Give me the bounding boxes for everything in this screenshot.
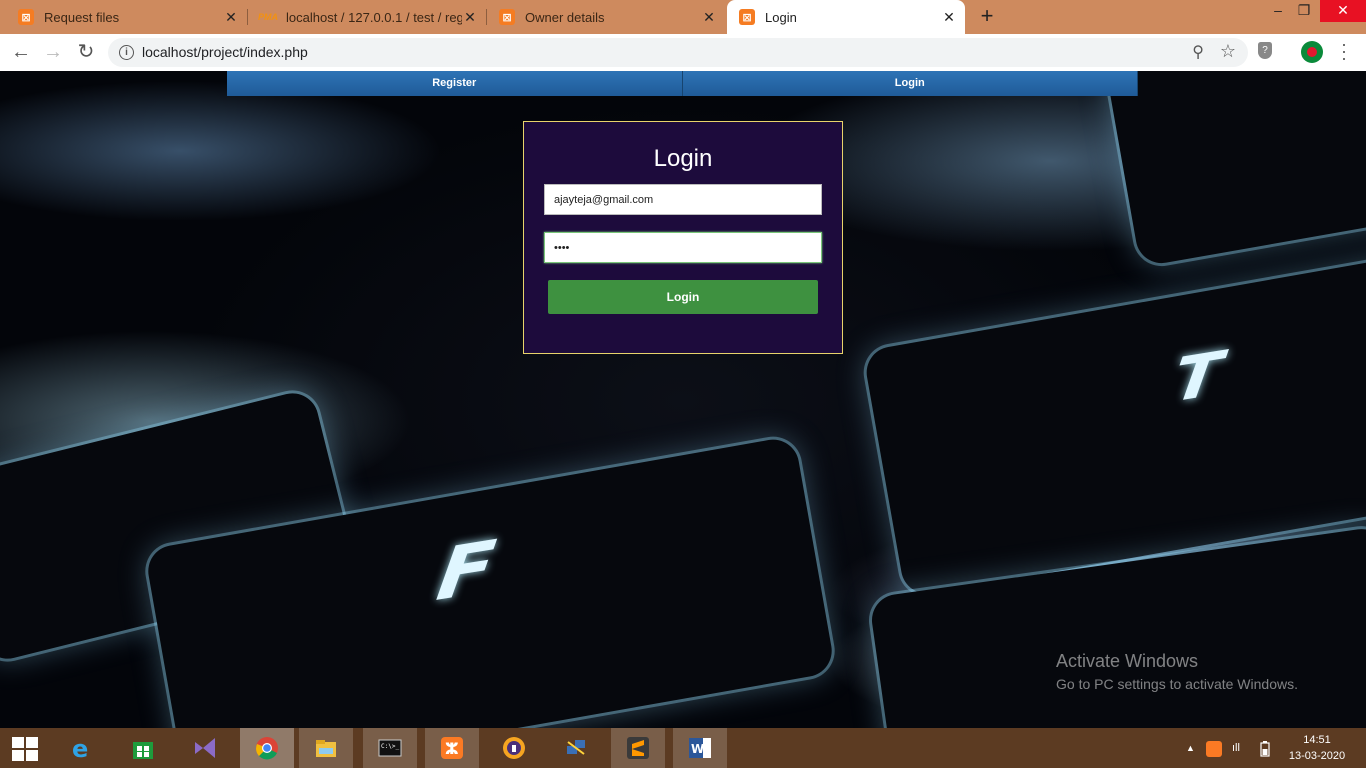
filezilla-icon bbox=[567, 740, 585, 755]
close-icon[interactable]: ✕ bbox=[941, 9, 957, 26]
windows-logo-icon bbox=[12, 737, 38, 761]
extension-shield-icon[interactable]: ? bbox=[1258, 42, 1272, 59]
taskbar-sublime-text[interactable] bbox=[611, 728, 665, 768]
battery-icon[interactable] bbox=[1260, 728, 1270, 768]
bookmark-star-icon[interactable]: ☆ bbox=[1220, 41, 1236, 62]
xampp-icon: ⊠ bbox=[499, 9, 515, 25]
page-viewport: F T Register Login Login Login Activate … bbox=[0, 71, 1366, 728]
tab-owner-details[interactable]: ⊠ Owner details ✕ bbox=[487, 0, 725, 34]
taskbar-file-explorer[interactable] bbox=[299, 728, 353, 768]
tab-title: Login bbox=[765, 9, 797, 25]
profile-avatar[interactable] bbox=[1301, 41, 1323, 63]
start-button[interactable] bbox=[0, 728, 54, 768]
clock-date: 13-03-2020 bbox=[1288, 750, 1346, 762]
url-text: localhost/project/index.php bbox=[142, 44, 308, 60]
address-bar[interactable]: i localhost/project/index.php ⚲ ☆ bbox=[108, 38, 1248, 67]
taskbar-visual-studio[interactable] bbox=[178, 728, 232, 768]
taskbar-clock[interactable]: 14:51 13-03-2020 bbox=[1284, 732, 1350, 764]
file-explorer-icon bbox=[316, 740, 336, 757]
info-icon[interactable]: i bbox=[119, 45, 134, 60]
watermark-title: Activate Windows bbox=[1056, 651, 1199, 671]
vpn-icon bbox=[503, 737, 525, 759]
taskbar-store[interactable] bbox=[116, 728, 170, 768]
taskbar-vpn[interactable] bbox=[487, 728, 541, 768]
top-navigation: Register Login bbox=[227, 71, 1138, 96]
menu-dots-icon[interactable]: · · · bbox=[1341, 35, 1347, 67]
taskbar-xampp[interactable]: ⵣ bbox=[425, 728, 479, 768]
tab-title: Request files bbox=[44, 9, 120, 25]
store-icon bbox=[133, 742, 153, 759]
svg-text:e: e bbox=[72, 736, 88, 760]
xampp-icon: ⊠ bbox=[739, 9, 755, 25]
svg-text:ⵣ: ⵣ bbox=[445, 739, 459, 758]
svg-text:C:\>_: C:\>_ bbox=[381, 743, 399, 750]
password-field[interactable] bbox=[544, 232, 822, 263]
close-icon[interactable]: ✕ bbox=[462, 9, 478, 26]
svg-text:W: W bbox=[691, 742, 704, 756]
reload-icon[interactable]: ↻ bbox=[73, 40, 99, 64]
phpmyadmin-icon: PMA bbox=[258, 12, 278, 22]
tab-phpmyadmin[interactable]: PMA localhost / 127.0.0.1 / test / regis… bbox=[248, 0, 486, 34]
login-heading: Login bbox=[653, 145, 713, 172]
taskbar-command-prompt[interactable]: C:\>_ bbox=[363, 728, 417, 768]
background-key bbox=[1104, 71, 1366, 268]
chrome-icon bbox=[256, 737, 278, 760]
browser-tab-strip: ⊠ Request files ✕ PMA localhost / 127.0.… bbox=[0, 0, 1366, 34]
command-prompt-icon: C:\>_ bbox=[378, 739, 402, 757]
nav-register-link[interactable]: Register bbox=[227, 71, 683, 96]
browser-toolbar: ← → ↻ i localhost/project/index.php ⚲ ☆ … bbox=[0, 34, 1366, 72]
zoom-icon[interactable]: ⚲ bbox=[1192, 42, 1204, 62]
clock-time: 14:51 bbox=[1303, 734, 1331, 746]
login-button[interactable]: Login bbox=[548, 280, 818, 314]
close-icon[interactable]: ✕ bbox=[701, 9, 717, 26]
taskbar-chrome[interactable] bbox=[240, 728, 294, 768]
tab-title: Owner details bbox=[525, 9, 605, 25]
taskbar-internet-explorer[interactable]: e bbox=[54, 728, 108, 768]
taskbar-filezilla[interactable] bbox=[549, 728, 603, 768]
internet-explorer-icon: e bbox=[72, 736, 88, 760]
tab-login[interactable]: ⊠ Login ✕ bbox=[727, 0, 965, 34]
windows-taskbar: e C:\>_ ⵣ W ▲ ıll 14:51 13-03-2020 bbox=[0, 728, 1366, 768]
new-tab-plus-icon[interactable]: + bbox=[976, 4, 998, 28]
watermark-subtitle: Go to PC settings to activate Windows. bbox=[1056, 676, 1298, 692]
xampp-icon: ⊠ bbox=[18, 9, 34, 25]
close-icon[interactable]: ✕ bbox=[223, 9, 239, 26]
login-panel: Login Login bbox=[523, 121, 843, 354]
show-hidden-icons[interactable]: ▲ bbox=[1186, 728, 1195, 768]
word-icon: W bbox=[689, 738, 711, 758]
tray-xampp-icon[interactable] bbox=[1206, 728, 1222, 768]
tab-title: localhost / 127.0.0.1 / test / regis bbox=[286, 9, 462, 25]
sublime-text-icon bbox=[627, 737, 649, 759]
restore-icon[interactable]: ❐ bbox=[1288, 0, 1320, 22]
taskbar-word[interactable]: W bbox=[673, 728, 727, 768]
email-field[interactable] bbox=[544, 184, 822, 215]
activate-windows-watermark: Activate Windows Go to PC settings to ac… bbox=[1056, 651, 1298, 692]
nav-login-link[interactable]: Login bbox=[682, 71, 1138, 96]
network-signal-icon[interactable]: ıll bbox=[1232, 728, 1240, 768]
window-close-icon[interactable]: ✕ bbox=[1320, 0, 1366, 22]
visual-studio-icon bbox=[195, 738, 215, 758]
back-arrow-icon[interactable]: ← bbox=[8, 40, 34, 64]
forward-arrow-icon[interactable]: → bbox=[40, 40, 66, 64]
tab-request-files[interactable]: ⊠ Request files ✕ bbox=[0, 0, 247, 34]
xampp-icon: ⵣ bbox=[441, 737, 463, 759]
